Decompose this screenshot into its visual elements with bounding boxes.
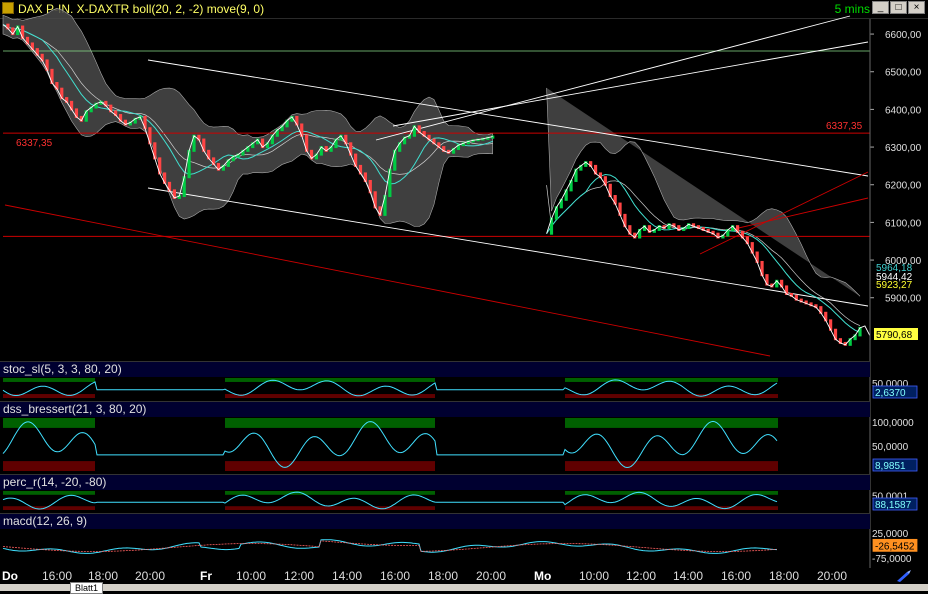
- oversold-zone: [565, 394, 778, 398]
- overbought-zone: [3, 378, 95, 382]
- price-y-tick-label: 6300,00: [885, 143, 922, 154]
- x-axis-tick-label: 14:00: [332, 569, 362, 583]
- stoc-panel-header: stoc_sl(5, 3, 3, 80, 20): [0, 361, 870, 377]
- oscillator-y-tick-label: 100,0000: [872, 418, 914, 429]
- overbought-zone: [225, 491, 435, 495]
- oscillator-value-label: 88,1587: [875, 500, 912, 511]
- x-axis-tick-label: 18:00: [428, 569, 458, 583]
- oscillator-background: [0, 529, 870, 566]
- oscillator-value-label: 2,6370: [875, 388, 906, 399]
- oscillator-value-label: -26,5452: [875, 541, 915, 552]
- price-panel: 6337,35 6337,35: [2, 8, 871, 357]
- x-axis-tick-label: 20:00: [817, 569, 847, 583]
- oscillator-panel-dss_bressert: 100,0000 50,0000 8,9851: [0, 417, 918, 472]
- last-price-label: 5790,68: [876, 330, 913, 341]
- price-candle: [187, 149, 191, 179]
- price-y-tick-label: 6500,00: [885, 68, 922, 79]
- price-y-tick-label: 6600,00: [885, 30, 922, 41]
- oscillator-panel-perc_r: 50,000188,1587: [0, 490, 918, 511]
- oscillator-value-label: 8,9851: [875, 461, 906, 472]
- status-bar: Blatt1: [0, 582, 928, 594]
- oversold-zone: [565, 461, 778, 471]
- cursor-mode-icon[interactable]: [893, 569, 913, 583]
- x-axis-tick-label: 16:00: [380, 569, 410, 583]
- x-axis-tick-label: Do: [2, 569, 18, 583]
- sheet-tab-blatt1[interactable]: Blatt1: [70, 582, 104, 594]
- x-axis-tick-label: Fr: [200, 569, 212, 583]
- x-axis-tick-label: 20:00: [476, 569, 506, 583]
- price-candle: [148, 127, 152, 145]
- x-axis-labels: Do 16:00 18:00 20:00 Fr 10:00 12:00 14:00 16:00 1…: [2, 569, 847, 583]
- price-candle: [192, 134, 196, 152]
- price-y-tick-label: 5900,00: [885, 294, 922, 305]
- trendline-red-rising-2: [729, 197, 869, 231]
- stoc-title: stoc_sl(5, 3, 3, 80, 20): [3, 362, 122, 376]
- price-candle: [158, 157, 162, 175]
- overbought-zone: [565, 418, 778, 428]
- overbought-zone: [3, 418, 95, 428]
- x-axis-tick-label: 20:00: [135, 569, 165, 583]
- x-axis-tick-label: 18:00: [769, 569, 799, 583]
- price-candle: [373, 191, 377, 209]
- price-candle: [182, 176, 186, 198]
- oscillator-panel-stoc_sl: 50,00002,6370: [0, 377, 918, 399]
- overbought-zone: [225, 418, 435, 428]
- price-candle: [305, 134, 309, 152]
- x-axis-tick-label: 12:00: [626, 569, 656, 583]
- oversold-zone: [3, 506, 95, 510]
- percr-title: perc_r(14, -20, -80): [3, 475, 107, 489]
- macd-panel-header: macd(12, 26, 9): [0, 513, 870, 529]
- price-candle: [383, 195, 387, 216]
- x-axis-tick-label: 16:00: [721, 569, 751, 583]
- oscillator-y-tick-label: 50,0000: [872, 442, 909, 453]
- oversold-zone: [225, 461, 435, 471]
- oversold-zone: [3, 394, 95, 398]
- price-marker-label: 5923,27: [876, 280, 913, 291]
- x-axis-tick-label: 18:00: [88, 569, 118, 583]
- trendline-rising-1: [375, 15, 851, 141]
- oscillator-y-tick-label: 25,0000: [872, 529, 909, 540]
- percr-panel-header: perc_r(14, -20, -80): [0, 474, 870, 490]
- x-axis-tick-label: 12:00: [284, 569, 314, 583]
- dss-title: dss_bressert(21, 3, 80, 20): [3, 402, 147, 416]
- bollinger-band: [546, 87, 861, 297]
- price-candle: [388, 168, 392, 198]
- oversold-zone: [225, 394, 435, 398]
- x-axis: Do 16:00 18:00 20:00 Fr 10:00 12:00 14:00 16:00 1…: [0, 568, 928, 584]
- oversold-zone: [3, 461, 95, 471]
- level-annotation-right: 6337,35: [826, 121, 863, 132]
- x-axis-tick-label: 10:00: [579, 569, 609, 583]
- level-annotation-left: 6337,35: [16, 138, 53, 149]
- oscillator-panel-macd: 25,0000 -75,0000 -26,5452: [0, 529, 918, 566]
- overbought-zone: [3, 491, 95, 495]
- price-candle: [549, 217, 554, 235]
- price-y-tick-label: 6200,00: [885, 181, 922, 192]
- x-axis-tick-label: 10:00: [236, 569, 266, 583]
- price-y-tick-label: 6400,00: [885, 105, 922, 116]
- macd-title: macd(12, 26, 9): [3, 514, 88, 528]
- oscillator-y-tick-label: -75,0000: [872, 554, 912, 565]
- x-axis-tick-label: 14:00: [673, 569, 703, 583]
- price-y-tick-label: 6100,00: [885, 218, 922, 229]
- x-axis-tick-label: 16:00: [42, 569, 72, 583]
- y-axes: 6600,00 6500,00 6400,00 6300,00 6200,00 6100,…: [869, 19, 922, 568]
- price-candle: [153, 142, 157, 160]
- trendline-rising-2: [392, 41, 869, 127]
- x-axis-tick-label: Mo: [534, 569, 551, 583]
- trendline-lower-channel: [147, 187, 869, 307]
- dss-panel-header: dss_bressert(21, 3, 80, 20): [0, 401, 870, 417]
- overbought-zone: [565, 491, 778, 495]
- price-candle: [393, 149, 397, 171]
- price-line: [546, 161, 871, 346]
- oversold-zone: [225, 506, 435, 510]
